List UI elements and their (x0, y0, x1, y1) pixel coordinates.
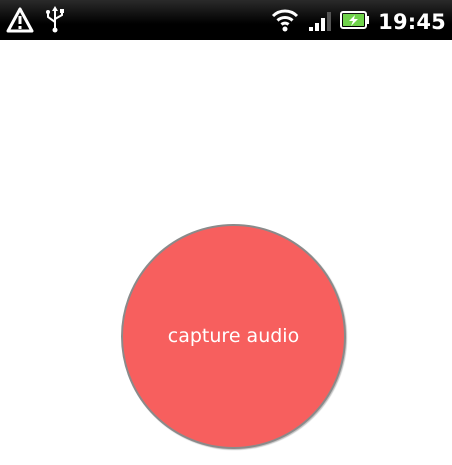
warning-icon (6, 6, 34, 38)
capture-area: capture audio (121, 224, 346, 449)
app-screen: 19:45 capture audio (0, 0, 452, 465)
status-bar-time: 19:45 (378, 10, 446, 34)
capture-audio-label: capture audio (167, 324, 300, 347)
signal-icon (308, 8, 332, 36)
status-bar-notifications (6, 6, 66, 38)
usb-icon (44, 6, 66, 38)
status-bar-system: 19:45 (270, 7, 446, 37)
wifi-icon (270, 7, 300, 37)
battery-charging-icon (340, 10, 370, 34)
capture-audio-button[interactable]: capture audio (121, 224, 346, 449)
status-bar: 19:45 (0, 0, 452, 40)
